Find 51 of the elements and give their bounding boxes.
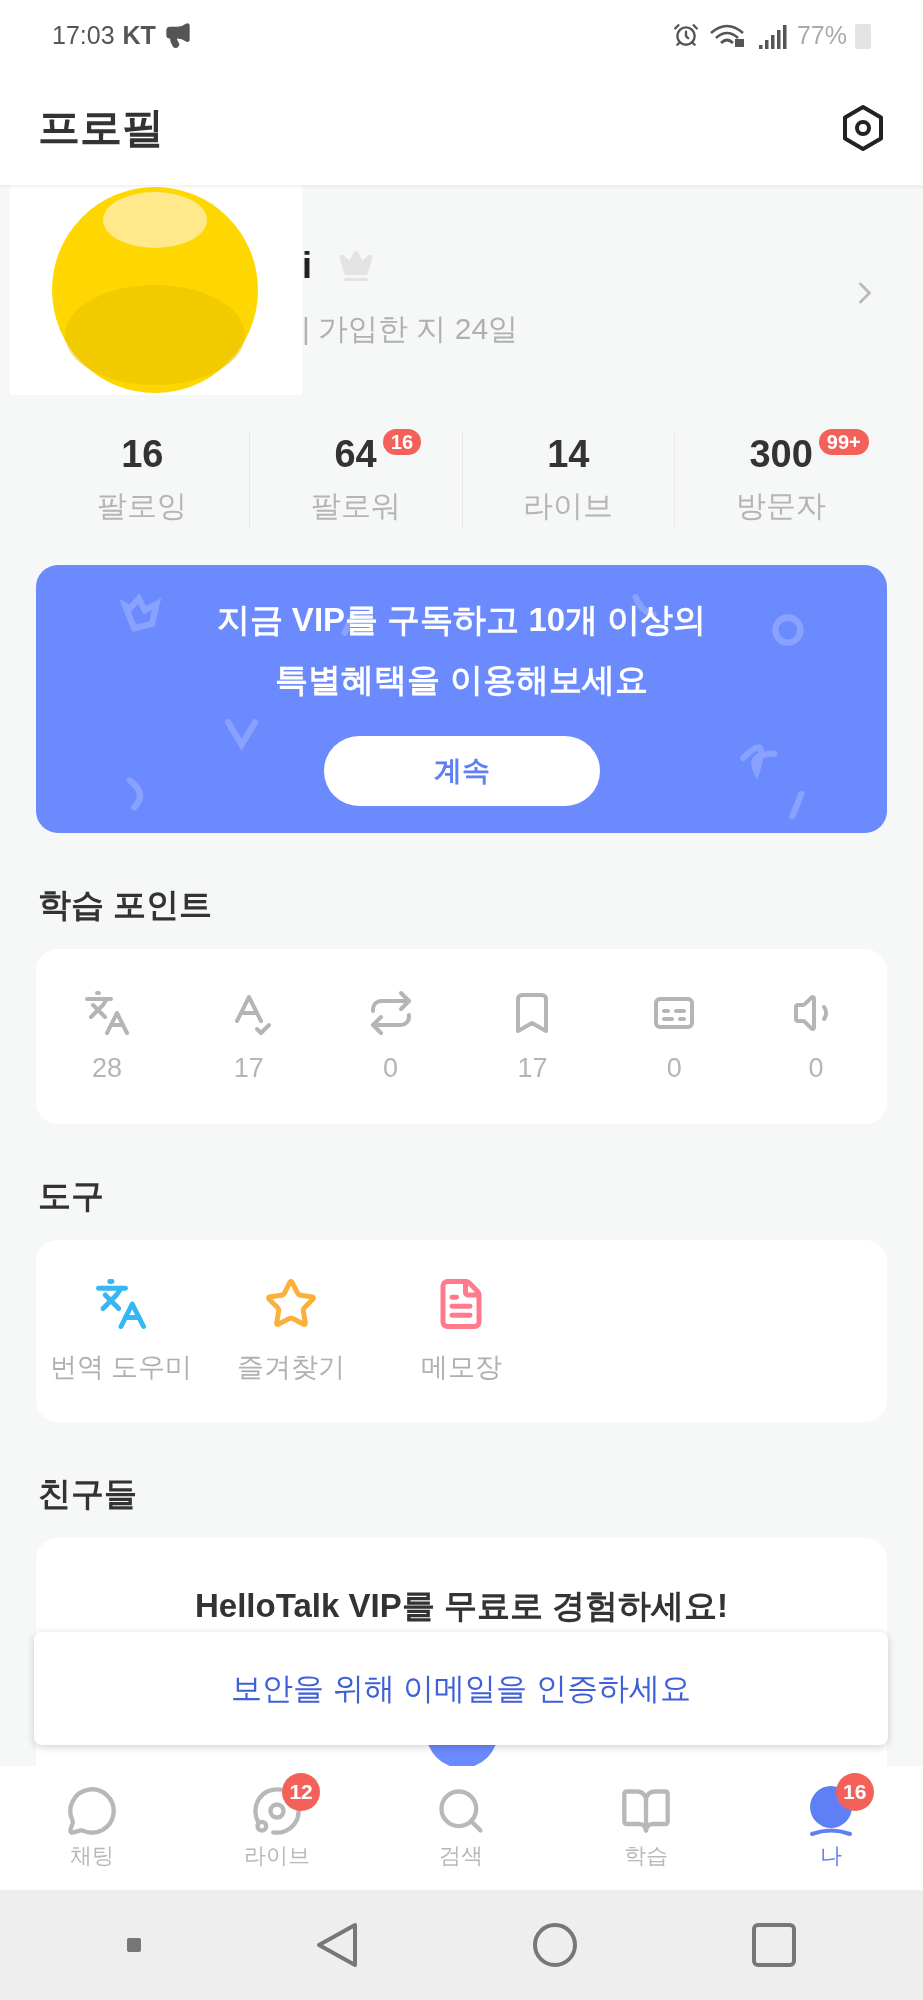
- vip-trial-text: HelloTalk VIP를 무료로 경험하세요!: [195, 1586, 728, 1626]
- clock-time: 17:03: [52, 20, 115, 50]
- verify-email-toast[interactable]: 보안을 위해 이메일을 인증하세요: [34, 1632, 888, 1745]
- stat-count[interactable]: 14: [547, 433, 590, 476]
- stat-label: 팔로워: [310, 488, 401, 524]
- small-square-icon[interactable]: [126, 1938, 141, 1952]
- point-count: 0: [666, 1053, 682, 1084]
- stat-count[interactable]: 64: [334, 433, 377, 476]
- count-badge: 16: [835, 1773, 874, 1811]
- point-count: 17: [517, 1053, 548, 1084]
- continue-button[interactable]: 계속: [323, 736, 600, 806]
- battery-icon: [855, 21, 871, 49]
- nav-tab[interactable]: 채팅: [0, 1766, 185, 1890]
- alarm-icon: [672, 22, 699, 48]
- stat-label: 라이브: [523, 488, 614, 524]
- translate-icon[interactable]: [82, 989, 131, 1037]
- join-info: | 가입한 지 24일: [302, 311, 520, 347]
- stat-count[interactable]: 300: [749, 433, 813, 476]
- nav-tab[interactable]: 12 라이브: [184, 1766, 370, 1890]
- point-count: 0: [808, 1053, 824, 1084]
- section-title: 학습 포인트: [38, 885, 214, 925]
- stat-label: 방문자: [736, 488, 827, 524]
- nav-tab[interactable]: 16 나: [738, 1766, 923, 1890]
- carrier-name: KT: [122, 20, 156, 50]
- tool-item[interactable]: 번역 도우미: [36, 1277, 206, 1385]
- count-badge: 99+: [818, 429, 869, 455]
- section-title: 친구들: [38, 1474, 138, 1514]
- megaphone-icon: [163, 21, 192, 49]
- tool-item[interactable]: 메모장: [376, 1277, 546, 1385]
- nav-tab[interactable]: 학습: [553, 1766, 739, 1890]
- section-title: 도구: [38, 1176, 105, 1216]
- battery-percent: 77%: [796, 20, 847, 50]
- banner-text: 특별혜택을 이용해보세요: [275, 660, 648, 700]
- count-badge: 16: [382, 429, 421, 455]
- user-name: i: [302, 245, 312, 287]
- settings-icon[interactable]: [841, 103, 885, 152]
- recents-icon[interactable]: [752, 1923, 797, 1967]
- count-badge: 12: [282, 1773, 321, 1811]
- point-count: 28: [91, 1053, 122, 1084]
- stat-count[interactable]: 16: [121, 433, 164, 476]
- chat-bubble-icon: [66, 1785, 119, 1837]
- point-count: 0: [383, 1053, 399, 1084]
- nav-tab[interactable]: 검색: [369, 1766, 554, 1890]
- banner-text: 지금 VIP를 구독하고 10개 이상의: [216, 600, 707, 640]
- page-title: 프로필: [38, 102, 164, 153]
- back-icon[interactable]: [314, 1921, 359, 1969]
- tool-item[interactable]: 즐겨찾기: [206, 1277, 376, 1385]
- toast-text: 보안을 위해 이메일을 인증하세요: [231, 1669, 691, 1708]
- stat-label: 팔로잉: [97, 488, 188, 524]
- point-count: 17: [233, 1053, 264, 1084]
- home-icon[interactable]: [532, 1922, 579, 1968]
